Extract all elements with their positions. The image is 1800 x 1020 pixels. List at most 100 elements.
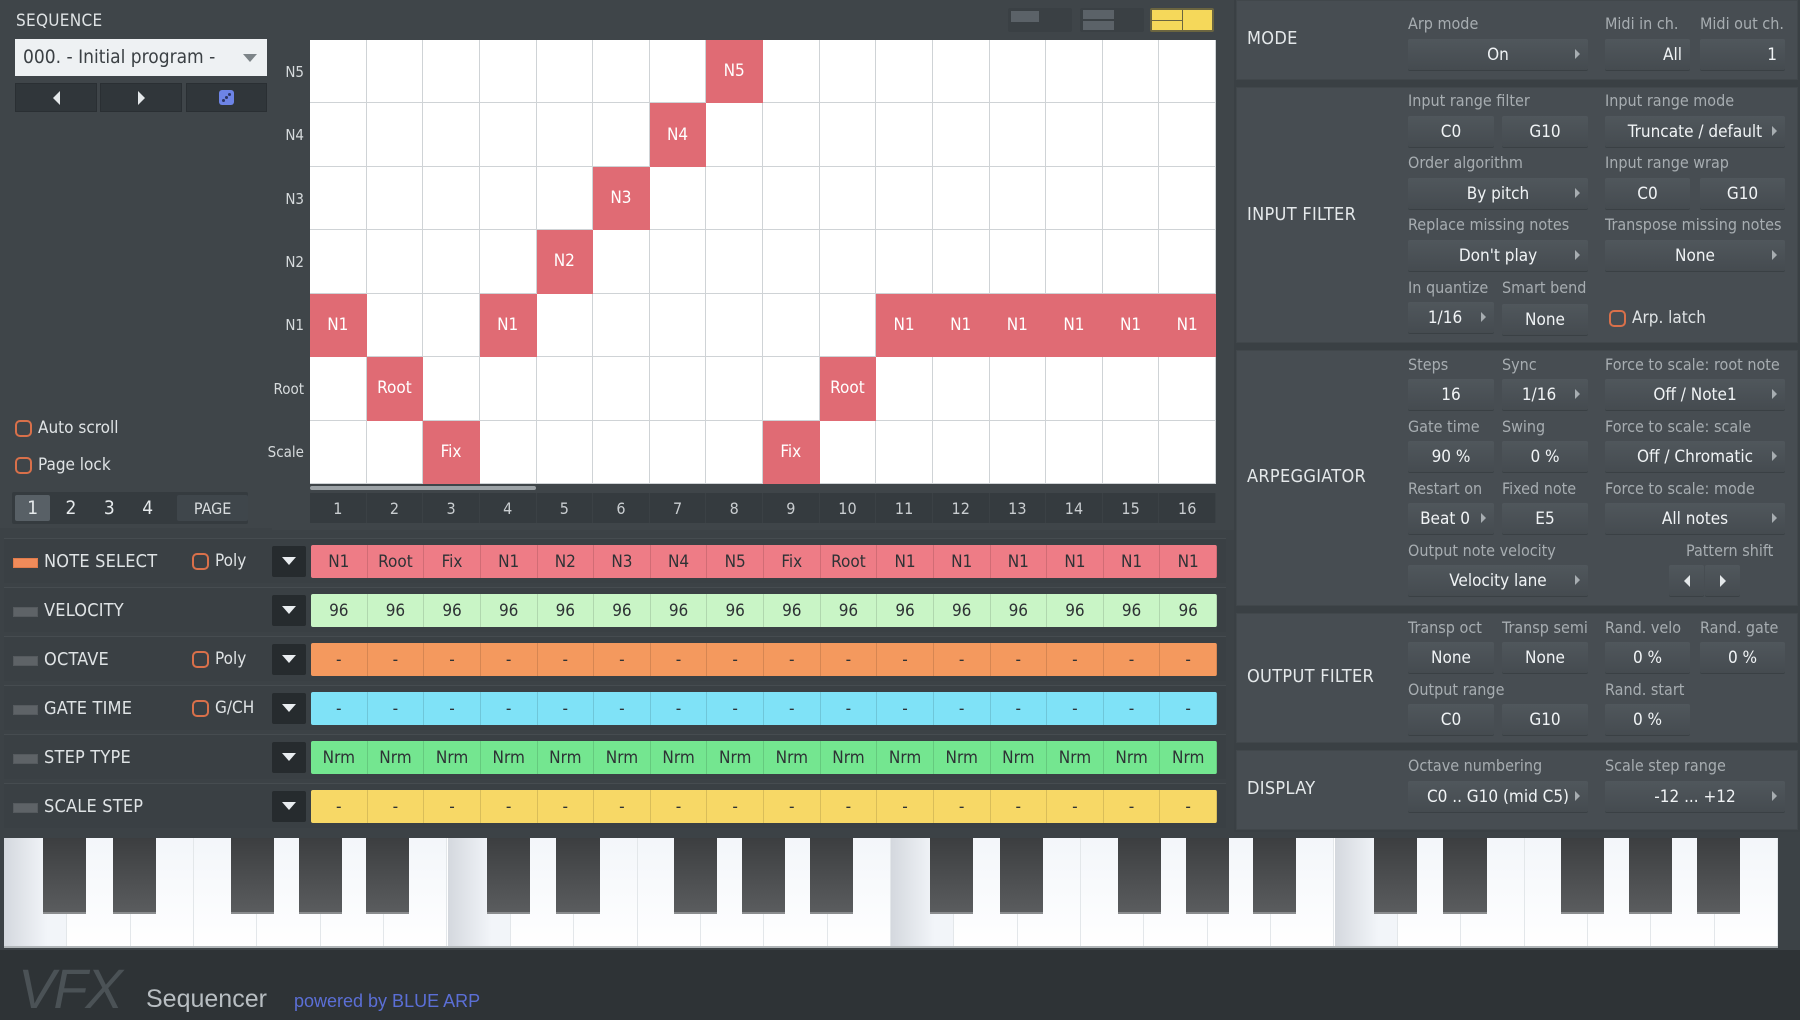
lane-cell[interactable]: 96 [481,594,538,627]
black-key[interactable] [230,838,274,914]
grid-cell[interactable] [876,357,933,421]
grid-cell[interactable] [536,40,594,104]
transp-semi-button[interactable]: None [1502,642,1588,673]
in-quantize-button[interactable]: 1/16 [1408,302,1494,333]
lane-cell[interactable]: Nrm [991,741,1048,774]
lane-cell[interactable]: Nrm [311,741,368,774]
grid-cell[interactable] [366,230,424,294]
swing-button[interactable]: 0 % [1502,441,1588,472]
root-note-button[interactable]: Off / Note1 [1605,379,1785,410]
grid-cell[interactable] [932,420,990,484]
grid-cell[interactable] [1159,40,1216,104]
lane-toggle[interactable] [13,656,38,666]
lane-cell[interactable]: Nrm [821,741,878,774]
lane-cell[interactable]: Root [821,545,878,578]
randomize-button[interactable] [186,83,267,112]
scale-mode-button[interactable]: All notes [1605,503,1785,534]
lane-cell[interactable]: - [424,790,481,823]
grid-cell[interactable] [1102,230,1160,294]
lane-option-checkbox[interactable]: Poly [192,649,246,669]
page-2-button[interactable]: 2 [53,495,88,521]
grid-cell[interactable] [819,103,877,167]
black-key[interactable] [1696,838,1740,914]
lane-cell[interactable]: Nrm [594,741,651,774]
arp-mode-button[interactable]: On [1408,39,1588,70]
grid-cell[interactable] [819,420,877,484]
grid-cell[interactable] [989,166,1047,231]
grid-cell[interactable] [536,293,594,358]
grid-cell[interactable] [366,420,424,484]
lane-option-checkbox[interactable]: G/CH [192,698,254,718]
grid-cell[interactable] [423,230,480,294]
steps-button[interactable]: 16 [1408,379,1494,410]
lane-cell[interactable]: - [991,692,1048,725]
lane-cell[interactable]: - [934,643,991,676]
grid-cell[interactable] [1046,230,1103,294]
grid-cell[interactable] [706,357,763,421]
lane-cell[interactable]: - [368,643,425,676]
lane-cell[interactable]: N1 [934,545,991,578]
grid-cell[interactable] [593,293,650,358]
lane-cell[interactable]: Nrm [1047,741,1104,774]
restart-on-button[interactable]: Beat 0 [1408,503,1494,534]
black-key[interactable] [366,838,410,914]
grid-cell[interactable] [1046,40,1103,104]
grid-cell[interactable] [819,40,877,104]
black-key[interactable] [1117,838,1161,914]
grid-cell[interactable] [536,357,594,421]
lane-cell[interactable]: - [311,643,368,676]
grid-cell[interactable] [310,103,367,167]
lane-cell[interactable]: 96 [424,594,481,627]
grid-cell[interactable] [479,357,537,421]
lane-cell[interactable]: Nrm [1160,741,1217,774]
lane-cell[interactable]: Nrm [481,741,538,774]
black-key[interactable] [486,838,530,914]
grid-cell[interactable] [763,357,820,421]
grid-cell[interactable] [819,293,877,358]
black-key[interactable] [674,838,718,914]
grid-cell[interactable] [366,40,424,104]
lane-dropdown-button[interactable] [272,791,306,822]
lane-cell[interactable]: 96 [934,594,991,627]
lane-cell[interactable]: Nrm [1104,741,1161,774]
lane-cell[interactable]: - [877,692,934,725]
lane-cell[interactable]: - [1047,692,1104,725]
lane-cell[interactable]: - [424,692,481,725]
lane-cell[interactable]: - [481,692,538,725]
lane-cell[interactable]: N1 [991,545,1048,578]
lane-cell[interactable]: Nrm [934,741,991,774]
scale-step-range-button[interactable]: -12 ... +12 [1605,781,1785,812]
prev-program-button[interactable] [15,83,97,112]
grid-cell[interactable] [479,230,537,294]
grid-cell[interactable] [989,357,1047,421]
grid-cell[interactable] [876,166,933,231]
grid-cell[interactable] [1159,420,1216,484]
grid-cell-active[interactable]: N2 [536,230,594,294]
fixed-note-button[interactable]: E5 [1502,503,1588,534]
grid-cell[interactable] [310,40,367,104]
lane-toggle[interactable] [13,607,38,617]
grid-cell[interactable] [649,293,707,358]
piano-keyboard[interactable] [4,838,1778,948]
lane-cell[interactable]: - [424,643,481,676]
lane-cell[interactable]: Nrm [651,741,708,774]
grid-cell[interactable] [932,166,990,231]
lane-cell[interactable]: 96 [1160,594,1217,627]
black-key[interactable] [999,838,1044,914]
grid-cell[interactable] [423,293,480,358]
grid-cell[interactable] [1102,166,1160,231]
lane-cell[interactable]: - [821,790,878,823]
grid-cell[interactable] [593,420,650,484]
grid-cell-active[interactable]: N1 [876,293,933,358]
grid-cell[interactable] [366,166,424,231]
input-wrap-low-button[interactable]: C0 [1605,178,1690,209]
grid-cell[interactable] [649,230,707,294]
lane-cell[interactable]: 96 [368,594,425,627]
lane-cell[interactable]: - [538,643,595,676]
lane-cell[interactable]: - [991,643,1048,676]
grid-cell[interactable] [310,420,367,484]
grid-cell[interactable] [366,103,424,167]
lane-cell[interactable]: 96 [707,594,764,627]
grid-cell[interactable] [876,420,933,484]
lane-cell[interactable]: - [877,643,934,676]
